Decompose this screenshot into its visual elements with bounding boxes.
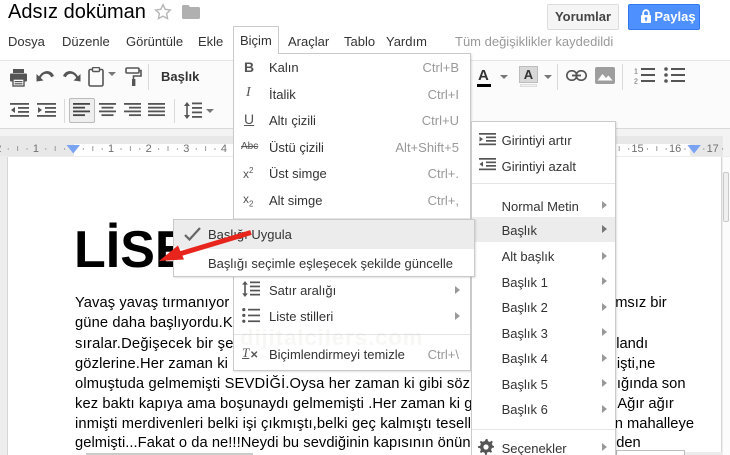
svg-text:2: 2: [634, 79, 638, 85]
svg-text:1: 1: [108, 143, 114, 155]
svg-text:4: 4: [221, 143, 227, 155]
svg-text:16: 16: [669, 143, 681, 155]
svg-text:1: 1: [634, 69, 638, 76]
svg-text:2: 2: [0, 143, 1, 155]
svg-text:2: 2: [146, 143, 152, 155]
svg-text:3: 3: [183, 143, 189, 155]
svg-text:17: 17: [707, 143, 719, 155]
svg-text:1: 1: [33, 143, 39, 155]
svg-text:15: 15: [631, 143, 643, 155]
